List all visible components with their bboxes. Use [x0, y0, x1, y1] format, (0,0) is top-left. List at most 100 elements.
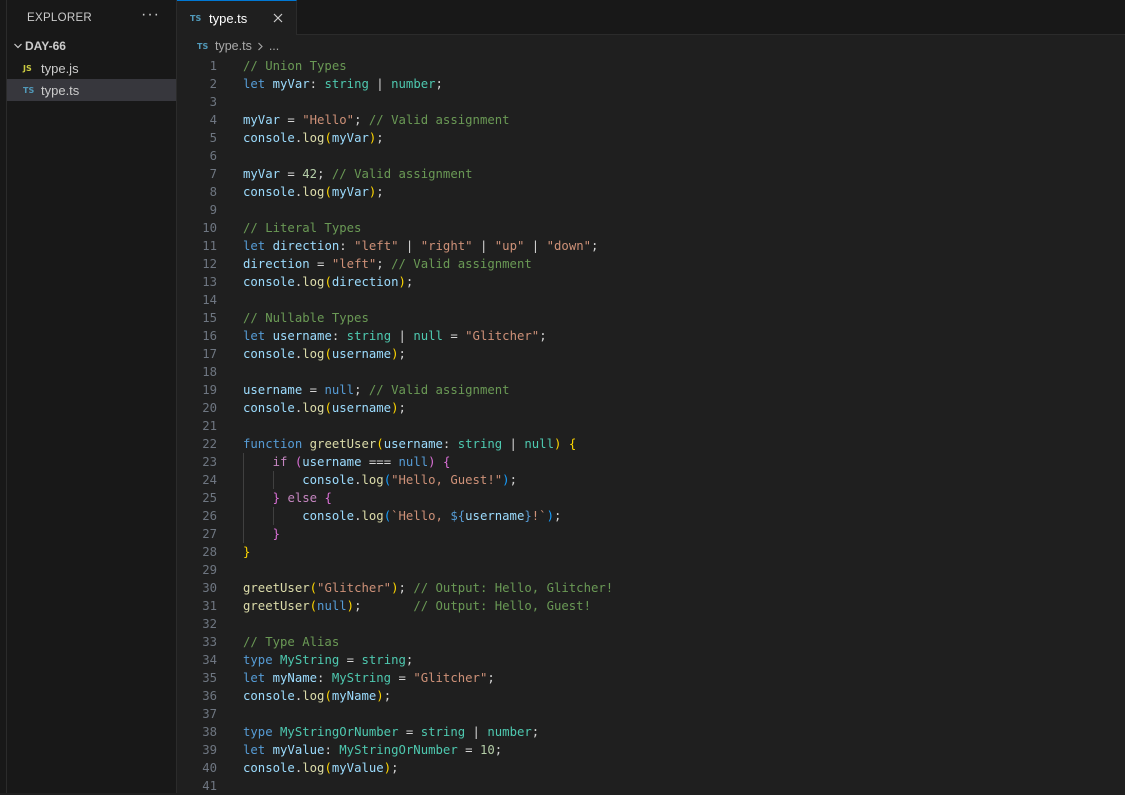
- code-line[interactable]: 40 console.log(myValue);: [177, 759, 1125, 777]
- line-number: 14: [202, 293, 217, 307]
- code-token: =: [391, 671, 414, 685]
- code-line[interactable]: 19 username = null; // Valid assignment: [177, 381, 1125, 399]
- code-line[interactable]: 12 direction = "left"; // Valid assignmen…: [177, 255, 1125, 273]
- code-line[interactable]: 3: [177, 93, 1125, 111]
- line-number: 4: [209, 113, 217, 127]
- code-token: "down": [546, 239, 592, 253]
- code-line[interactable]: 24 console.log("Hello, Guest!");: [177, 471, 1125, 489]
- code-line[interactable]: 17 console.log(username);: [177, 345, 1125, 363]
- more-actions-icon[interactable]: ···: [141, 6, 160, 26]
- line-text: console.log(direction);: [217, 273, 413, 291]
- code-line[interactable]: 13 console.log(direction);: [177, 273, 1125, 291]
- code-line[interactable]: 2 let myVar: string | number;: [177, 75, 1125, 93]
- code-editor[interactable]: 1// Union Types 2 let myVar: string | numb…: [177, 57, 1125, 795]
- line-text: greetUser("Glitcher"); // Output: Hello,…: [217, 579, 613, 597]
- code-line[interactable]: 15 // Nullable Types: [177, 309, 1125, 327]
- code-line[interactable]: 34 type MyString = string;: [177, 651, 1125, 669]
- code-line[interactable]: 9: [177, 201, 1125, 219]
- indent-guide: [243, 453, 244, 471]
- file-label: type.js: [41, 60, 79, 76]
- code-line[interactable]: 38 type MyStringOrNumber = string | numbe…: [177, 723, 1125, 741]
- code-token: // Valid assignment: [391, 257, 532, 271]
- code-token: =: [398, 725, 421, 739]
- file-item-type-js[interactable]: JS type.js: [7, 57, 176, 79]
- code-token: (: [376, 437, 384, 451]
- code-token: myVar: [331, 131, 369, 145]
- breadcrumb-symbols[interactable]: ...: [269, 39, 279, 53]
- breadcrumb-file[interactable]: type.ts: [215, 39, 252, 53]
- code-token: log: [302, 347, 325, 361]
- code-line[interactable]: 8 console.log(myVar);: [177, 183, 1125, 201]
- file-item-type-ts[interactable]: TS type.ts: [7, 79, 176, 101]
- line-number: 37: [202, 707, 217, 721]
- code-line[interactable]: 25 } else {: [177, 489, 1125, 507]
- code-line[interactable]: 20 console.log(username);: [177, 399, 1125, 417]
- code-token: ;: [509, 473, 517, 487]
- code-line[interactable]: 32: [177, 615, 1125, 633]
- code-line[interactable]: 39 let myValue: MyStringOrNumber = 10;: [177, 741, 1125, 759]
- line-number: 40: [202, 761, 217, 775]
- code-line[interactable]: 1 // Union Types: [177, 57, 1125, 75]
- code-line[interactable]: 33 // Type Alias: [177, 633, 1125, 651]
- code-line[interactable]: 14: [177, 291, 1125, 309]
- code-line[interactable]: 22 function greetUser(username: string | …: [177, 435, 1125, 453]
- code-line[interactable]: 29: [177, 561, 1125, 579]
- line-number: 19: [202, 383, 217, 397]
- line-number: 16: [202, 329, 217, 343]
- javascript-file-icon: JS: [23, 63, 32, 73]
- line-text: type MyStringOrNumber = string | number;: [217, 723, 539, 741]
- line-number: 21: [202, 419, 217, 433]
- code-line[interactable]: 23 if (username === null) {: [177, 453, 1125, 471]
- line-number: 32: [202, 617, 217, 631]
- code-line[interactable]: 37: [177, 705, 1125, 723]
- code-token: ;: [398, 581, 414, 595]
- line-number: 20: [202, 401, 217, 415]
- code-line[interactable]: 7 myVar = 42; // Valid assignment: [177, 165, 1125, 183]
- code-line[interactable]: 27 }: [177, 525, 1125, 543]
- code-token: (: [324, 275, 332, 289]
- code-token: // Nullable Types: [243, 311, 369, 325]
- line-number: 10: [202, 221, 217, 235]
- code-token: "left": [331, 257, 377, 271]
- code-token: ;: [391, 761, 399, 775]
- line-number: 35: [202, 671, 217, 685]
- code-line[interactable]: 10 // Literal Types: [177, 219, 1125, 237]
- code-token: username: [331, 347, 392, 361]
- code-line[interactable]: 18: [177, 363, 1125, 381]
- code-token: console: [243, 347, 295, 361]
- code-line[interactable]: 21: [177, 417, 1125, 435]
- line-number: 1: [209, 59, 217, 73]
- code-line[interactable]: 6: [177, 147, 1125, 165]
- code-line[interactable]: 28}: [177, 543, 1125, 561]
- code-token: myVar: [331, 185, 369, 199]
- line-number: 33: [202, 635, 217, 649]
- folder-day-66[interactable]: DAY-66: [7, 35, 176, 57]
- code-line[interactable]: 36 console.log(myName);: [177, 687, 1125, 705]
- code-token: (: [383, 473, 392, 487]
- close-icon[interactable]: [270, 10, 286, 26]
- code-line[interactable]: 30 greetUser("Glitcher"); // Output: Hell…: [177, 579, 1125, 597]
- line-text: console.log(myVar);: [217, 183, 384, 201]
- code-token: null: [398, 455, 429, 469]
- line-number: 34: [202, 653, 217, 667]
- code-token: ===: [361, 455, 399, 469]
- code-token: // Output: Hello, Glitcher!: [413, 581, 614, 595]
- code-line[interactable]: 26 console.log(`Hello, ${username}!`);: [177, 507, 1125, 525]
- code-token: // Output: Hello, Guest!: [413, 599, 591, 613]
- code-token: 10: [479, 743, 495, 757]
- line-number: 12: [202, 257, 217, 271]
- code-line[interactable]: 41: [177, 777, 1125, 795]
- code-token: =: [309, 257, 332, 271]
- code-line[interactable]: 35 let myName: MyString = "Glitcher";: [177, 669, 1125, 687]
- code-line[interactable]: 5 console.log(myVar);: [177, 129, 1125, 147]
- code-line[interactable]: 31 greetUser(null); // Output: Hello, Gue…: [177, 597, 1125, 615]
- code-token: }: [524, 509, 532, 523]
- tab-type-ts[interactable]: TS type.ts: [177, 0, 297, 35]
- code-line[interactable]: 16 let username: string | null = "Glitche…: [177, 327, 1125, 345]
- code-line[interactable]: 11 let direction: "left" | "right" | "up"…: [177, 237, 1125, 255]
- code-token: myVar: [272, 77, 310, 91]
- code-token: console: [243, 275, 295, 289]
- code-line[interactable]: 4 myVar = "Hello"; // Valid assignment: [177, 111, 1125, 129]
